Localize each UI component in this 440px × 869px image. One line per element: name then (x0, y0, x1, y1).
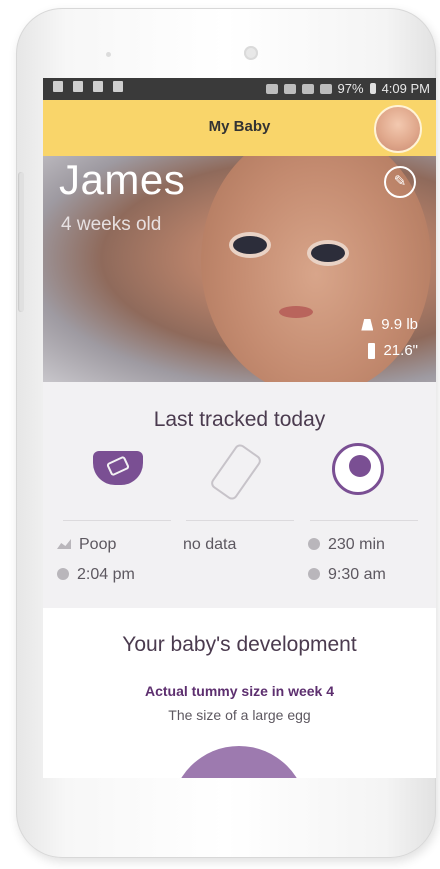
image-notification-icon (53, 81, 63, 92)
battery-percent: 97% (337, 81, 364, 96)
diaper-time-label: 2:04 pm (77, 566, 135, 583)
sleep-duration: 230 min (308, 536, 385, 554)
baby-age: 4 weeks old (61, 214, 162, 235)
battery-icon (369, 83, 376, 94)
bluetooth-icon (265, 83, 278, 94)
weight-icon (361, 318, 374, 331)
baby-name: James (59, 156, 186, 203)
moon-icon[interactable] (332, 443, 384, 495)
divider-diaper (63, 520, 171, 521)
mute-icon (283, 83, 296, 94)
sim-notification-icon (73, 81, 83, 92)
tracked-heading: Last tracked today (153, 408, 326, 431)
clock: 4:09 PM (381, 81, 430, 96)
feeding-status: no data (183, 536, 237, 553)
settings-notification-icon (113, 81, 123, 92)
duration-icon (308, 538, 320, 550)
bottle-icon[interactable] (208, 442, 264, 502)
clock-icon (308, 568, 320, 580)
clock-icon (57, 568, 69, 580)
baby-eye-right (311, 244, 345, 262)
baby-hero: James 4 weeks old ✎ 9.9 lb 21.6" (43, 156, 436, 382)
diaper-time: 2:04 pm (57, 566, 135, 584)
download-notification-icon (93, 81, 103, 92)
sensor-dot (106, 52, 111, 57)
diaper-type-label: Poop (79, 536, 117, 553)
divider-feeding (186, 520, 294, 521)
wifi-icon (301, 83, 314, 94)
notification-icons (53, 81, 123, 92)
baby-eye-left (233, 236, 267, 254)
divider-sleep (310, 520, 418, 521)
diaper-type: Poop (57, 536, 116, 554)
baby-avatar[interactable] (374, 105, 422, 153)
status-bar: 97% 4:09 PM (43, 78, 436, 100)
app-bar: My Baby (43, 100, 436, 156)
screen: 97% 4:09 PM My Baby James 4 weeks old ✎ … (43, 78, 436, 778)
development-heading: Your baby's development (122, 633, 357, 656)
length-stat: 21.6" (368, 342, 418, 359)
sleep-time: 9:30 am (308, 566, 386, 584)
baby-mouth (279, 306, 313, 318)
diaper-icon[interactable] (93, 451, 143, 485)
edit-profile-button[interactable]: ✎ (384, 166, 416, 198)
side-button (18, 172, 24, 312)
edit-icon: ✎ (393, 173, 407, 190)
weight-value: 9.9 lb (381, 316, 418, 333)
development-description: The size of a large egg (168, 707, 311, 723)
poop-icon (57, 539, 71, 549)
front-camera (244, 46, 258, 60)
length-icon (368, 342, 376, 359)
status-icons: 97% 4:09 PM (265, 81, 430, 96)
sleep-duration-label: 230 min (328, 536, 385, 553)
sleep-time-label: 9:30 am (328, 566, 386, 583)
weight-stat: 9.9 lb (361, 316, 418, 333)
development-subtitle: Actual tummy size in week 4 (144, 683, 335, 699)
length-value: 21.6" (383, 342, 418, 359)
signal-icon (319, 83, 332, 94)
